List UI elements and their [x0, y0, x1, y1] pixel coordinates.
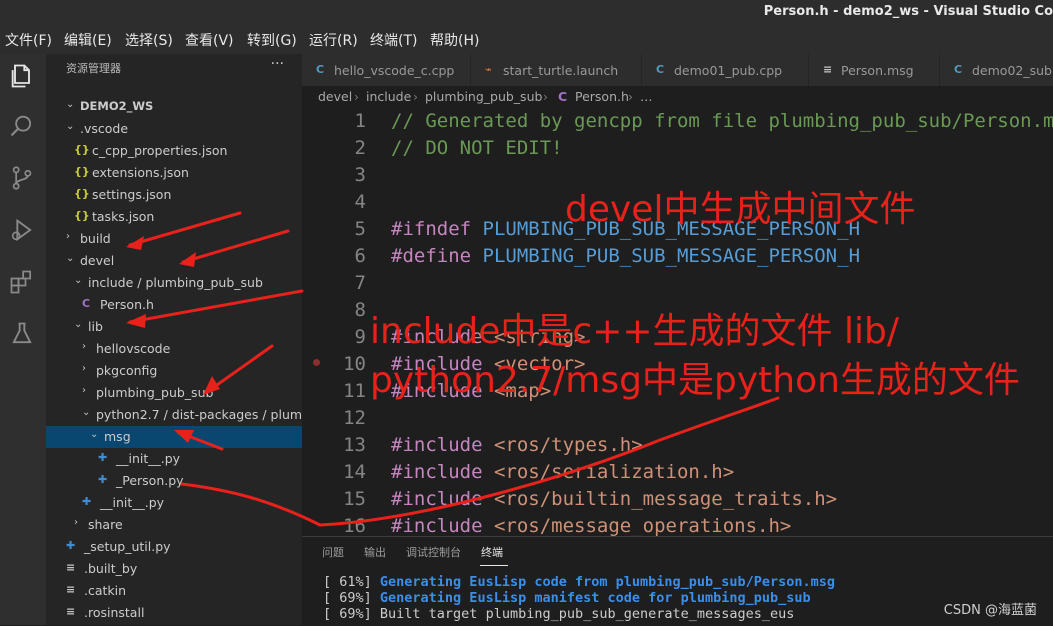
annotation-include: include中是c++生成的文件 lib/ — [370, 311, 899, 352]
annotation-devel: devel中生成中间文件 — [565, 189, 916, 230]
arrow-lib — [128, 289, 304, 324]
arrow-devel-1 — [128, 211, 242, 247]
watermark: CSDN @海蓝菌 — [943, 603, 1037, 618]
arrow-devel-2 — [181, 229, 290, 264]
curve-to-python-files — [180, 396, 780, 527]
annotation-python: python2.7/msg中是python生成的文件 — [370, 360, 1020, 401]
